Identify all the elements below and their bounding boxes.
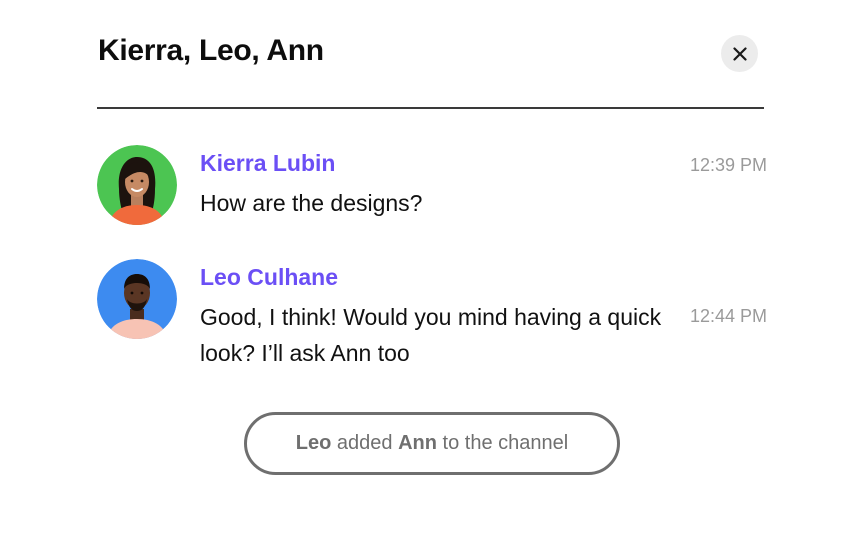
avatar-leo-image <box>97 259 177 339</box>
message-timestamp: 12:39 PM <box>689 155 767 175</box>
avatar[interactable] <box>97 145 177 225</box>
event-suffix: to the channel <box>436 432 569 454</box>
message-timestamp: 12:44 PM <box>689 306 767 326</box>
message-item: Kierra Lubin How are the designs? 12:39 … <box>97 145 767 225</box>
event-actor: Leo <box>295 432 332 454</box>
avatar-kierra-image <box>97 145 177 225</box>
system-event-pill: Leo added Ann to the channel <box>244 412 620 475</box>
close-button[interactable] <box>721 35 758 72</box>
header-divider <box>97 107 764 109</box>
sender-name[interactable]: Leo Culhane <box>200 264 338 291</box>
chat-panel: Kierra, Leo, Ann Kierra Lubin How are th… <box>0 0 864 540</box>
conversation-title: Kierra, Leo, Ann <box>98 34 324 67</box>
message-item: Leo Culhane Good, I think! Would you min… <box>97 259 767 369</box>
event-target: Ann <box>398 432 437 454</box>
message-text: Good, I think! Would you mind having a q… <box>200 304 662 366</box>
event-verb: added <box>331 432 399 454</box>
message-text: How are the designs? <box>200 190 423 216</box>
sender-name[interactable]: Kierra Lubin <box>200 150 335 177</box>
close-icon <box>732 46 747 61</box>
avatar[interactable] <box>97 259 177 339</box>
